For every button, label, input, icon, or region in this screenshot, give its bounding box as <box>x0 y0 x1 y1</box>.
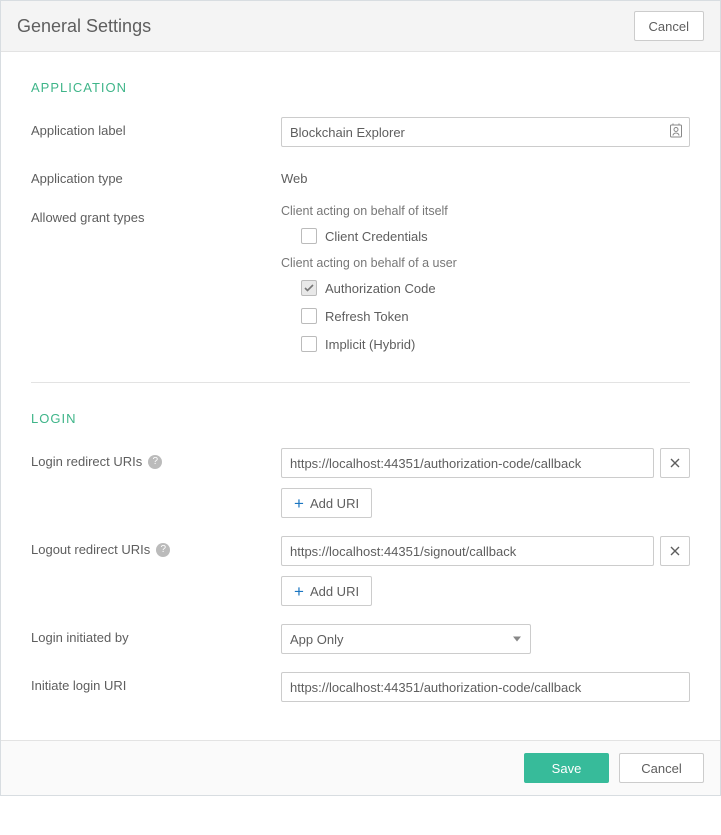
row-application-type: Application type Web <box>31 165 690 186</box>
row-logout-redirect: Logout redirect URIs ? + Add URI <box>31 536 690 606</box>
general-settings-panel: General Settings Cancel APPLICATION Appl… <box>0 0 721 796</box>
section-heading-application: APPLICATION <box>31 80 690 95</box>
page-title: General Settings <box>17 16 151 37</box>
login-initiated-by-select[interactable]: App Only <box>281 624 531 654</box>
logout-redirect-input-0[interactable] <box>281 536 654 566</box>
cancel-button-top[interactable]: Cancel <box>634 11 704 41</box>
login-initiated-by-control: App Only <box>281 624 690 654</box>
label-grant-types: Allowed grant types <box>31 204 281 225</box>
login-redirect-uri-row <box>281 448 690 478</box>
grant-user-heading: Client acting on behalf of a user <box>281 256 690 270</box>
add-login-redirect-button[interactable]: + Add URI <box>281 488 372 518</box>
remove-login-redirect-button[interactable] <box>660 448 690 478</box>
add-uri-label: Add URI <box>310 584 359 599</box>
add-uri-label: Add URI <box>310 496 359 511</box>
row-application-label: Application label <box>31 117 690 147</box>
label-application-label: Application label <box>31 117 281 138</box>
grant-self-heading: Client acting on behalf of itself <box>281 204 690 218</box>
plus-icon: + <box>294 495 304 512</box>
checkbox-implicit-label[interactable]: Implicit (Hybrid) <box>325 337 415 352</box>
close-icon <box>670 546 680 556</box>
checkbox-authorization-code: Authorization Code <box>301 280 690 296</box>
checkbox-refresh-token-box[interactable] <box>301 308 317 324</box>
save-button[interactable]: Save <box>524 753 609 783</box>
checkbox-authorization-code-label[interactable]: Authorization Code <box>325 281 436 296</box>
remove-logout-redirect-button[interactable] <box>660 536 690 566</box>
close-icon <box>670 458 680 468</box>
help-icon[interactable]: ? <box>148 455 162 469</box>
panel-header: General Settings Cancel <box>1 1 720 52</box>
plus-icon: + <box>294 583 304 600</box>
application-type-value: Web <box>281 165 690 186</box>
checkbox-client-credentials-box[interactable] <box>301 228 317 244</box>
checkbox-client-credentials-label[interactable]: Client Credentials <box>325 229 428 244</box>
row-grant-types: Allowed grant types Client acting on beh… <box>31 204 690 364</box>
initiate-login-uri-input[interactable] <box>281 672 690 702</box>
login-initiated-by-select-wrap: App Only <box>281 624 531 654</box>
row-initiate-login-uri: Initiate login URI <box>31 672 690 702</box>
checkbox-authorization-code-box[interactable] <box>301 280 317 296</box>
row-login-redirect: Login redirect URIs ? + Add URI <box>31 448 690 518</box>
login-redirect-control: + Add URI <box>281 448 690 518</box>
panel-footer: Save Cancel <box>1 740 720 795</box>
login-redirect-input-0[interactable] <box>281 448 654 478</box>
help-icon[interactable]: ? <box>156 543 170 557</box>
checkbox-client-credentials: Client Credentials <box>301 228 690 244</box>
label-logout-redirect: Logout redirect URIs ? <box>31 536 281 557</box>
section-heading-login: LOGIN <box>31 411 690 426</box>
label-logout-redirect-text: Logout redirect URIs <box>31 542 150 557</box>
cancel-button-bottom[interactable]: Cancel <box>619 753 704 783</box>
logout-redirect-control: + Add URI <box>281 536 690 606</box>
section-divider <box>31 382 690 383</box>
initiate-login-uri-control <box>281 672 690 702</box>
application-label-input[interactable] <box>281 117 690 147</box>
application-label-control <box>281 117 690 147</box>
add-logout-redirect-button[interactable]: + Add URI <box>281 576 372 606</box>
checkbox-implicit-box[interactable] <box>301 336 317 352</box>
label-login-redirect: Login redirect URIs ? <box>31 448 281 469</box>
checkbox-refresh-token: Refresh Token <box>301 308 690 324</box>
row-login-initiated-by: Login initiated by App Only <box>31 624 690 654</box>
label-application-type: Application type <box>31 165 281 186</box>
checkbox-refresh-token-label[interactable]: Refresh Token <box>325 309 409 324</box>
label-initiate-login-uri: Initiate login URI <box>31 672 281 693</box>
panel-body: APPLICATION Application label Applicatio… <box>1 52 720 740</box>
contact-card-icon <box>670 124 682 141</box>
checkbox-implicit: Implicit (Hybrid) <box>301 336 690 352</box>
logout-redirect-uri-row <box>281 536 690 566</box>
grant-types-control: Client acting on behalf of itself Client… <box>281 204 690 364</box>
label-login-redirect-text: Login redirect URIs <box>31 454 142 469</box>
label-login-initiated-by: Login initiated by <box>31 624 281 645</box>
